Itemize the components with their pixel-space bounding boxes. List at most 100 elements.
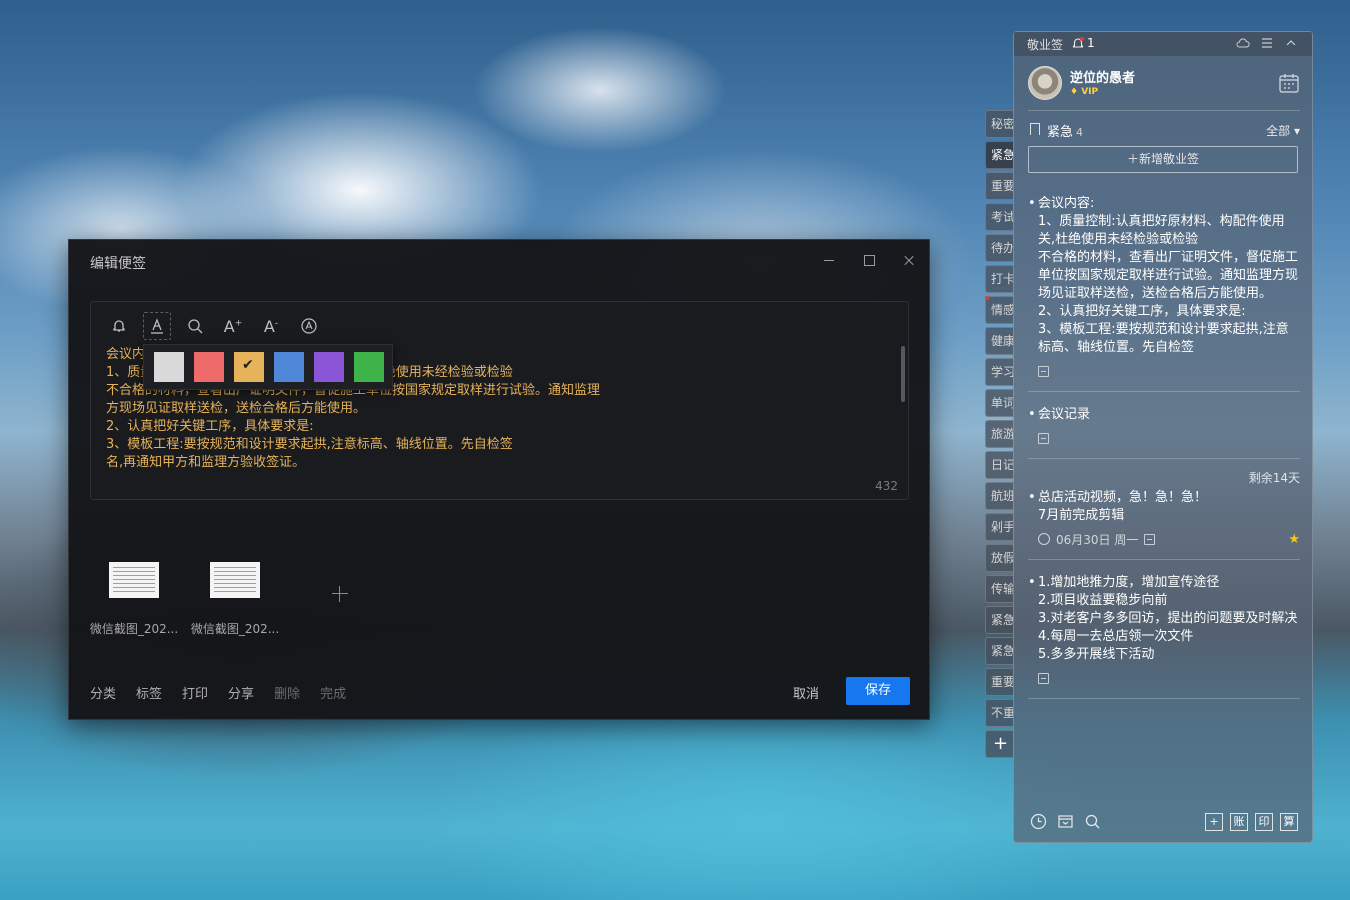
editor-toolbar: A+ A- <box>105 312 323 340</box>
chevron-up-icon[interactable] <box>1284 36 1298 50</box>
lock-icon <box>1144 533 1156 545</box>
new-note-button[interactable]: ＋新增敬业签 <box>1028 146 1298 173</box>
note-editor[interactable]: A+ A- 会议内容: 1、质量控制:认真把好原材料、构配件使用关,杜绝使用未经… <box>90 301 909 500</box>
divider <box>1028 110 1300 111</box>
add-attachment-icon[interactable] <box>330 584 350 604</box>
sticky-notes-panel: 敬业签 1 逆位的愚者 ♦ VIP 紧急4 全部 ▾ ＋新增敬业签 会议内容: … <box>1013 31 1313 843</box>
lock-icon <box>1038 432 1049 444</box>
note-body: 1.增加地推力度，增加宣传途径 2.项目收益要稳步向前 3.对老客户多多回访，提… <box>1038 575 1298 662</box>
minimize-button[interactable] <box>819 250 839 270</box>
category-tab[interactable]: 学习 <box>985 358 1013 386</box>
note-item[interactable]: 会议记录 <box>1028 406 1300 446</box>
category-count: 4 <box>1076 126 1084 139</box>
maximize-button[interactable] <box>859 250 879 270</box>
bell-icon[interactable] <box>105 312 133 340</box>
print-icon[interactable]: 印 <box>1255 813 1273 831</box>
category-tab[interactable]: 剁手 <box>985 513 1013 541</box>
color-swatch[interactable] <box>354 352 384 382</box>
calendar-icon[interactable] <box>1278 72 1300 94</box>
star-icon[interactable]: ★ <box>1288 532 1300 547</box>
clock-icon <box>1038 533 1050 545</box>
lock-icon <box>1038 365 1049 377</box>
category-tab[interactable]: 重要 <box>985 668 1013 696</box>
save-button[interactable]: 保存 <box>846 677 910 705</box>
account-book-icon[interactable]: 账 <box>1230 813 1248 831</box>
category-tab[interactable]: 传输 <box>985 575 1013 603</box>
add-note-icon[interactable]: + <box>1205 813 1223 831</box>
clock-icon[interactable] <box>1030 813 1047 830</box>
category-tab[interactable]: 健康 <box>985 327 1013 355</box>
category-tab[interactable]: 情感 <box>985 296 1013 324</box>
cloud-sync-icon[interactable] <box>1236 36 1250 50</box>
char-count: 432 <box>875 479 898 493</box>
format-clear-icon[interactable] <box>295 312 323 340</box>
category-button[interactable]: 分类 <box>90 683 116 702</box>
dialog-actions: 分类 标签 打印 分享 删除 完成 <box>90 683 346 702</box>
category-tab[interactable]: 旅游 <box>985 420 1013 448</box>
bookmark-icon <box>1030 123 1040 135</box>
category-tab[interactable]: 打卡 <box>985 265 1013 293</box>
archive-icon[interactable] <box>1057 813 1074 830</box>
cancel-button[interactable]: 取消 <box>793 683 819 702</box>
note-item[interactable]: 会议内容: 1、质量控制:认真把好原材料、构配件使用关,杜绝使用未经检验或检验 … <box>1028 195 1300 379</box>
menu-icon[interactable] <box>1260 36 1274 50</box>
header-icons <box>1236 36 1298 50</box>
add-category-button[interactable]: + <box>985 730 1013 758</box>
color-swatch[interactable] <box>154 352 184 382</box>
filter-dropdown[interactable]: 全部 ▾ <box>1266 122 1300 139</box>
app-name: 敬业签 <box>1027 38 1064 52</box>
category-tab[interactable]: 重要 <box>985 172 1013 200</box>
done-button[interactable]: 完成 <box>320 683 346 702</box>
font-decrease-icon[interactable]: A- <box>257 312 285 340</box>
category-tab[interactable]: 考试 <box>985 203 1013 231</box>
attachment-thumbnail <box>109 562 159 598</box>
divider <box>1028 698 1300 699</box>
color-swatch[interactable] <box>274 352 304 382</box>
note-body: 总店活动视频，急！急！急！ 7月前完成剪辑 <box>1038 490 1208 523</box>
user-name: 逆位的愚者 <box>1070 71 1136 86</box>
category-tab-strip: 秘密 紧急 重要 考试 待办 打卡 情感 健康 学习 单词 旅游 日记 航班 剁… <box>985 110 1015 761</box>
tag-button[interactable]: 标签 <box>136 683 162 702</box>
text-color-icon[interactable] <box>143 312 171 340</box>
category-tab[interactable]: 紧急 <box>985 606 1013 634</box>
delete-button[interactable]: 删除 <box>274 683 300 702</box>
note-item[interactable]: 剩余14天 总店活动视频，急！急！急！ 7月前完成剪辑 06月30日 周一 ★ <box>1028 471 1300 547</box>
share-button[interactable]: 分享 <box>228 683 254 702</box>
color-swatch[interactable] <box>234 352 264 382</box>
category-tab[interactable]: 待办 <box>985 234 1013 262</box>
category-tab[interactable]: 日记 <box>985 451 1013 479</box>
calculator-icon[interactable]: 算 <box>1280 813 1298 831</box>
close-button[interactable] <box>899 250 919 270</box>
note-body: 会议内容: 1、质量控制:认真把好原材料、构配件使用关,杜绝使用未经检验或检验 … <box>1038 196 1299 355</box>
category-tab[interactable]: 紧急 <box>985 141 1013 169</box>
unread-dot <box>985 296 989 300</box>
attachment-name: 微信截图_202... <box>190 622 280 636</box>
panel-footer: + 账 印 算 <box>1014 802 1312 842</box>
color-picker-popup <box>143 344 393 390</box>
category-tab[interactable]: 秘密 <box>985 110 1013 138</box>
category-name: 紧急 <box>1047 125 1074 140</box>
color-swatch[interactable] <box>194 352 224 382</box>
notification-bell-icon[interactable] <box>1071 36 1085 50</box>
category-tab[interactable]: 放假 <box>985 544 1013 572</box>
attachment-name: 微信截图_202... <box>89 622 179 636</box>
category-tab[interactable]: 不重 <box>985 699 1013 727</box>
divider <box>1028 458 1300 459</box>
avatar[interactable] <box>1028 66 1062 100</box>
category-tab[interactable]: 紧急 <box>985 637 1013 665</box>
attachment-item[interactable]: 微信截图_202... <box>191 562 279 637</box>
print-button[interactable]: 打印 <box>182 683 208 702</box>
notification-count: 1 <box>1087 36 1095 50</box>
note-date: 06月30日 周一 <box>1056 532 1139 547</box>
category-tab[interactable]: 航班 <box>985 482 1013 510</box>
attachment-item[interactable]: 微信截图_202... <box>90 562 178 637</box>
note-item[interactable]: 1.增加地推力度，增加宣传途径 2.项目收益要稳步向前 3.对老客户多多回访，提… <box>1028 574 1300 686</box>
search-icon[interactable] <box>181 312 209 340</box>
editor-scrollbar[interactable] <box>901 346 905 402</box>
user-profile: 逆位的愚者 ♦ VIP <box>1028 66 1300 108</box>
category-tab[interactable]: 单词 <box>985 389 1013 417</box>
color-swatch[interactable] <box>314 352 344 382</box>
font-increase-icon[interactable]: A+ <box>219 312 247 340</box>
attachment-list: 微信截图_202... 微信截图_202... <box>90 562 279 637</box>
search-icon[interactable] <box>1084 813 1101 830</box>
